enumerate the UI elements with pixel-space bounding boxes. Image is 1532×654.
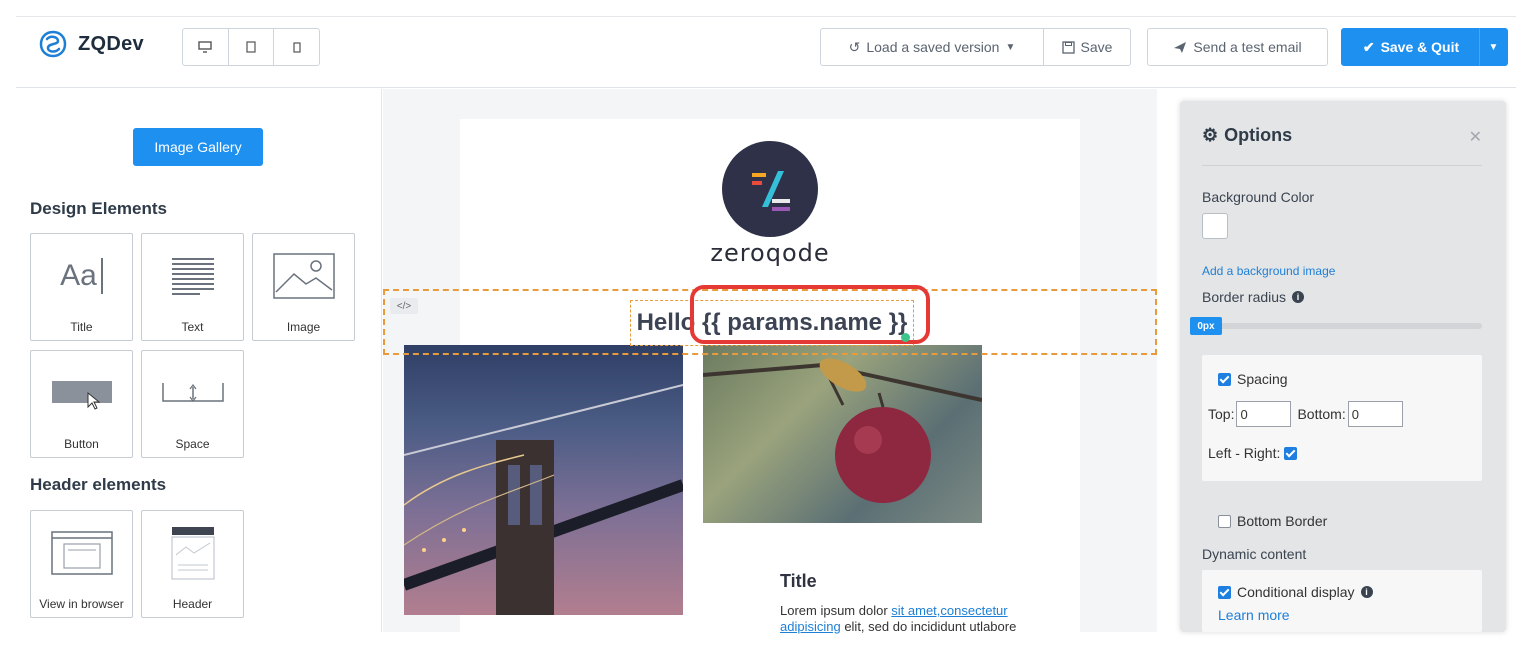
resize-handle-icon[interactable] bbox=[901, 333, 910, 342]
dynamic-content-label: Dynamic content bbox=[1202, 546, 1307, 562]
view-in-browser-tile[interactable]: View in browser bbox=[30, 510, 133, 618]
top-label: Top: bbox=[1208, 406, 1235, 422]
conditional-display-toggle[interactable]: Conditional display i bbox=[1218, 584, 1373, 600]
elements-panel: Image Gallery Design Elements Aa Title T… bbox=[16, 89, 382, 632]
learn-more-link[interactable]: Learn more bbox=[1218, 607, 1290, 623]
card-title[interactable]: Title bbox=[780, 571, 817, 592]
title-element-tile[interactable]: Aa Title bbox=[30, 233, 133, 341]
bottom-border-label: Bottom Border bbox=[1237, 513, 1328, 529]
save-options-dropdown-button[interactable]: ▼ bbox=[1479, 28, 1508, 66]
floppy-icon bbox=[1061, 40, 1075, 54]
border-radius-row: Border radius i bbox=[1202, 289, 1305, 305]
mobile-icon bbox=[293, 41, 301, 53]
tablet-icon bbox=[246, 41, 256, 53]
desktop-icon bbox=[198, 41, 213, 53]
options-panel: ⚙ Options ✕ Background Color Add a backg… bbox=[1180, 101, 1506, 632]
brand: ZQDev bbox=[38, 29, 144, 59]
bottom-border-toggle[interactable]: Bottom Border bbox=[1218, 513, 1327, 529]
card-paragraph[interactable]: Lorem ipsum dolor sit amet,consectetur a… bbox=[780, 603, 1050, 635]
close-icon[interactable]: ✕ bbox=[1469, 127, 1482, 147]
text-lines-icon bbox=[170, 240, 216, 312]
bottom-spacing-input[interactable]: 0 bbox=[1347, 401, 1403, 427]
button-icon bbox=[50, 357, 114, 429]
header-element-tile[interactable]: Header bbox=[141, 510, 244, 618]
code-view-icon[interactable]: </> bbox=[390, 298, 418, 314]
send-test-email-label: Send a test email bbox=[1193, 39, 1302, 55]
spacing-inputs: Top: 0 Bottom: 0 bbox=[1208, 401, 1403, 427]
border-radius-slider-thumb[interactable]: 0px bbox=[1190, 317, 1222, 335]
send-test-email-button[interactable]: Send a test email bbox=[1147, 28, 1328, 66]
tile-label: Button bbox=[64, 437, 99, 451]
bottom-label: Bottom: bbox=[1297, 406, 1346, 422]
background-color-swatch[interactable] bbox=[1202, 213, 1228, 239]
button-element-tile[interactable]: Button bbox=[30, 350, 133, 458]
bridge-photo[interactable] bbox=[404, 345, 683, 615]
image-element-tile[interactable]: Image bbox=[252, 233, 355, 341]
card-text-start: Lorem ipsum dolor bbox=[780, 603, 892, 618]
desktop-view-button[interactable] bbox=[183, 29, 229, 65]
border-radius-label: Border radius bbox=[1202, 289, 1287, 305]
checkbox-checked-icon[interactable] bbox=[1218, 372, 1231, 386]
card-text-end: elit, sed do incididunt utlabore bbox=[840, 619, 1017, 634]
device-preview-group bbox=[182, 28, 320, 66]
spacer-icon bbox=[161, 357, 225, 429]
conditional-display-label: Conditional display bbox=[1237, 584, 1355, 600]
apple-photo[interactable] bbox=[703, 345, 982, 523]
left-right-toggle[interactable]: Left - Right: bbox=[1208, 445, 1298, 461]
checkbox-checked-icon[interactable] bbox=[1284, 446, 1298, 460]
gear-icon: ⚙ bbox=[1202, 125, 1219, 145]
tile-label: Header bbox=[172, 597, 213, 611]
border-radius-slider-track[interactable] bbox=[1218, 323, 1482, 329]
tile-label: Image bbox=[286, 320, 321, 334]
title-icon: Aa bbox=[60, 240, 103, 312]
tile-label: View in browser bbox=[39, 597, 124, 611]
info-icon: i bbox=[1292, 291, 1305, 303]
paper-plane-icon bbox=[1174, 41, 1187, 53]
zeroqode-logo-icon bbox=[722, 141, 818, 237]
title-icon-text: Aa bbox=[60, 259, 97, 292]
app-name: ZQDev bbox=[78, 32, 144, 55]
mobile-view-button[interactable] bbox=[274, 29, 319, 65]
caret-down-icon: ▼ bbox=[1488, 41, 1499, 53]
options-title: Options bbox=[1224, 125, 1293, 145]
tablet-view-button[interactable] bbox=[229, 29, 275, 65]
spacing-label: Spacing bbox=[1237, 371, 1288, 387]
background-color-label: Background Color bbox=[1202, 189, 1315, 205]
save-label: Save bbox=[1080, 39, 1113, 55]
space-element-tile[interactable]: Space bbox=[141, 350, 244, 458]
divider bbox=[1202, 165, 1482, 166]
top-spacing-input[interactable]: 0 bbox=[1236, 401, 1292, 427]
image-gallery-button[interactable]: Image Gallery bbox=[133, 128, 263, 166]
browser-window-icon bbox=[50, 517, 114, 589]
load-saved-version-button[interactable]: ↺ Load a saved version ▼ bbox=[820, 28, 1044, 66]
left-right-label: Left - Right: bbox=[1208, 445, 1281, 461]
spacing-settings: Spacing Top: 0 Bottom: 0 Left - Right: bbox=[1202, 355, 1482, 481]
save-and-quit-button[interactable]: ✔ Save & Quit bbox=[1341, 28, 1481, 66]
add-background-image-link[interactable]: Add a background image bbox=[1202, 264, 1335, 278]
tile-label: Title bbox=[70, 320, 93, 334]
text-element-tile[interactable]: Text bbox=[141, 233, 244, 341]
check-icon: ✔ bbox=[1362, 38, 1375, 55]
checkbox-unchecked-icon[interactable] bbox=[1218, 514, 1231, 528]
save-button[interactable]: Save bbox=[1043, 28, 1131, 66]
tile-label: Text bbox=[181, 320, 204, 334]
caret-down-icon: ▼ bbox=[1005, 41, 1016, 53]
header-elements-title: Header elements bbox=[30, 475, 167, 494]
email-canvas: zeroqode Title Lorem ipsum dolor sit ame… bbox=[383, 89, 1157, 639]
brand-wordmark: zeroqode bbox=[710, 239, 830, 267]
options-header: ⚙ Options bbox=[1202, 125, 1292, 146]
brand-logo-icon bbox=[39, 30, 67, 58]
annotation-highlight bbox=[690, 285, 930, 344]
checkbox-checked-icon[interactable] bbox=[1218, 585, 1231, 599]
design-elements-title: Design Elements bbox=[30, 199, 167, 218]
info-icon: i bbox=[1360, 586, 1373, 598]
history-icon: ↺ bbox=[848, 38, 861, 55]
top-toolbar: ZQDev ↺ Load a saved version ▼ Save Send… bbox=[16, 16, 1516, 88]
save-and-quit-label: Save & Quit bbox=[1380, 39, 1460, 55]
tile-label: Space bbox=[175, 437, 210, 451]
image-icon bbox=[272, 240, 336, 312]
header-layout-icon bbox=[168, 517, 218, 589]
spacing-toggle[interactable]: Spacing bbox=[1218, 371, 1288, 387]
load-saved-version-label: Load a saved version bbox=[866, 39, 1000, 55]
